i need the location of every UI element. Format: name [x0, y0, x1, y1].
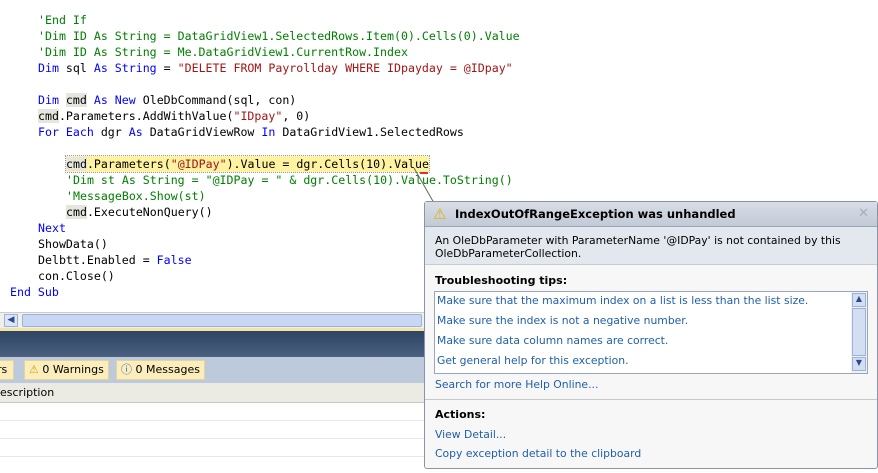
tip-link[interactable]: Get general help for this exception.	[437, 354, 629, 367]
exception-message: An OleDbParameter with ParameterName '@I…	[425, 227, 877, 265]
tips-list: Make sure that the maximum index on a li…	[434, 291, 868, 374]
copy-exception-link[interactable]: Copy exception detail to the clipboard	[435, 447, 641, 460]
divider	[425, 399, 877, 400]
dialog-title-bar: ⚠ IndexOutOfRangeException was unhandled…	[425, 202, 877, 227]
troubleshooting-heading: Troubleshooting tips:	[435, 274, 568, 287]
tip-link[interactable]: Make sure data column names are correct.	[437, 334, 668, 347]
tip-link[interactable]: Make sure that the maximum index on a li…	[437, 294, 808, 307]
actions-heading: Actions:	[435, 408, 486, 421]
dialog-title: IndexOutOfRangeException was unhandled	[455, 207, 736, 221]
tip-link[interactable]: Make sure the index is not a negative nu…	[437, 314, 688, 327]
scroll-up-button[interactable]: ▲	[852, 293, 866, 307]
close-icon[interactable]: ✕	[858, 206, 869, 221]
exception-assistant-dialog: ⚠ IndexOutOfRangeException was unhandled…	[424, 201, 878, 469]
scroll-down-button[interactable]: ▼	[852, 357, 866, 371]
tips-scrollbar[interactable]: ▲ ▼	[851, 292, 867, 373]
warning-icon: ⚠	[433, 205, 447, 223]
scroll-thumb[interactable]	[852, 308, 866, 356]
search-help-online-link[interactable]: Search for more Help Online...	[435, 378, 598, 391]
view-detail-link[interactable]: View Detail...	[435, 428, 506, 441]
